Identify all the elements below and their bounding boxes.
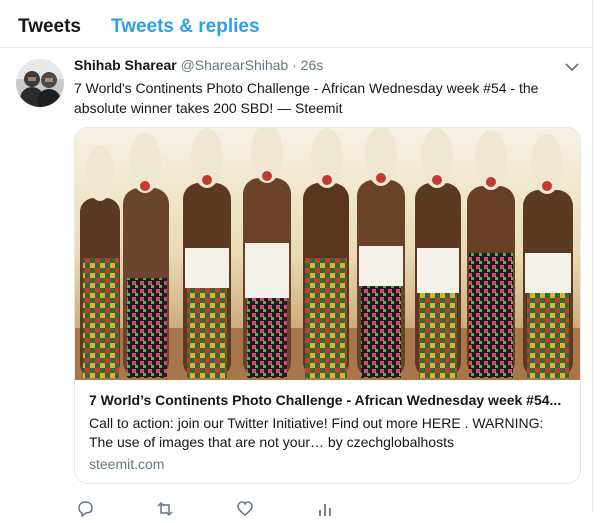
author-handle[interactable]: @SharearShihab — [181, 57, 289, 73]
profile-tabs: Tweets Tweets & replies — [0, 0, 592, 48]
card-description: Call to action: join our Twitter Initiat… — [89, 415, 544, 450]
analytics-icon[interactable] — [316, 500, 334, 518]
link-card[interactable]: 7 World’s Continents Photo Challenge - A… — [74, 127, 581, 484]
card-domain: steemit.com — [89, 456, 165, 472]
tab-tweets[interactable]: Tweets — [18, 16, 81, 38]
card-title[interactable]: 7 World’s Continents Photo Challenge - A… — [89, 392, 569, 408]
retweet-icon[interactable] — [156, 500, 174, 518]
like-icon[interactable] — [236, 500, 254, 518]
author-name[interactable]: Shihab Sharear — [74, 57, 177, 73]
tweet-header: Shihab Sharear @SharearShihab · 26s — [74, 57, 323, 73]
timeline-border — [592, 0, 593, 513]
tab-tweets-and-replies[interactable]: Tweets & replies — [111, 16, 260, 38]
tweet-actions — [74, 500, 374, 520]
tweet-timestamp[interactable]: 26s — [301, 57, 324, 73]
tweet-text: 7 World's Continents Photo Challenge - A… — [74, 80, 539, 116]
avatar[interactable] — [16, 59, 64, 107]
separator-dot: · — [292, 57, 297, 73]
chevron-down-icon[interactable] — [564, 60, 580, 74]
card-image — [75, 128, 580, 380]
card-body: 7 World’s Continents Photo Challenge - A… — [75, 380, 580, 483]
dancers-photo-icon — [75, 128, 580, 380]
reply-icon[interactable] — [76, 500, 94, 518]
